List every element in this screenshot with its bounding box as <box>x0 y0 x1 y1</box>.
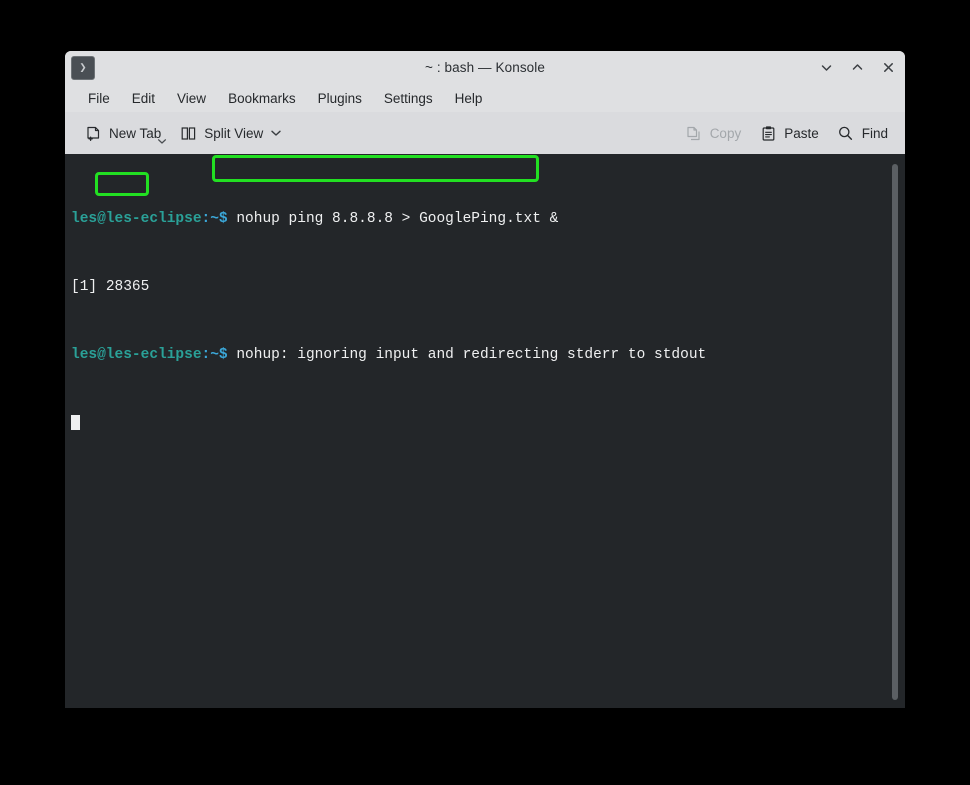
konsole-window: ❯ ~ : bash — Konsole File Edit View Book… <box>65 51 905 708</box>
menu-item-view[interactable]: View <box>166 88 217 109</box>
title-bar: ❯ ~ : bash — Konsole <box>65 51 905 84</box>
job-number: [1] <box>71 279 106 295</box>
toolbar-right-group: Copy Paste Find <box>678 119 895 147</box>
terminal-output-area[interactable]: les@les-eclipse:~$ nohup ping 8.8.8.8 > … <box>65 154 905 708</box>
new-tab-chevron-down-icon[interactable] <box>157 133 167 148</box>
menu-item-edit[interactable]: Edit <box>121 88 166 109</box>
terminal-line: les@les-eclipse:~$ nohup: ignoring input… <box>71 347 905 364</box>
paste-icon <box>759 124 777 142</box>
new-tab-button[interactable]: New Tab <box>77 119 168 147</box>
find-label: Find <box>861 125 888 141</box>
terminal-line <box>71 415 905 432</box>
terminal-scrollbar[interactable] <box>891 164 899 700</box>
menu-item-help[interactable]: Help <box>444 88 494 109</box>
copy-button[interactable]: Copy <box>678 119 749 147</box>
toolbar-left-group: New Tab Split View <box>77 119 289 147</box>
new-tab-icon <box>84 124 102 142</box>
paste-button[interactable]: Paste <box>752 119 826 147</box>
menu-item-file[interactable]: File <box>77 88 121 109</box>
window-controls <box>817 51 897 84</box>
terminal-scrollbar-thumb[interactable] <box>892 164 898 700</box>
maximize-icon[interactable] <box>848 59 866 77</box>
terminal-line: les@les-eclipse:~$ nohup ping 8.8.8.8 > … <box>71 211 905 228</box>
menu-bar: File Edit View Bookmarks Plugins Setting… <box>65 84 905 112</box>
search-icon <box>837 124 855 142</box>
minimize-icon[interactable] <box>817 59 835 77</box>
command-output: nohup: ignoring input and redirecting st… <box>227 347 707 363</box>
shell-prompt-path: :~$ <box>201 211 228 227</box>
copy-label: Copy <box>709 125 742 141</box>
terminal-line: [1] 28365 <box>71 279 905 296</box>
shell-prompt-user: les@les-eclipse <box>71 211 202 227</box>
shell-prompt-path: :~$ <box>201 347 228 363</box>
split-view-button[interactable]: Split View <box>172 119 289 147</box>
close-icon[interactable] <box>879 59 897 77</box>
copy-icon <box>685 124 703 142</box>
terminal-lines: les@les-eclipse:~$ nohup ping 8.8.8.8 > … <box>71 160 905 483</box>
window-title: ~ : bash — Konsole <box>425 60 545 75</box>
find-button[interactable]: Find <box>830 119 895 147</box>
toolbar: New Tab Split View Copy Paste Find <box>65 112 905 154</box>
shell-prompt-user: les@les-eclipse <box>71 347 202 363</box>
new-tab-label: New Tab <box>109 125 162 141</box>
split-view-chevron-down-icon[interactable] <box>270 129 282 137</box>
shell-command: nohup ping 8.8.8.8 > GooglePing.txt & <box>227 211 559 227</box>
menu-item-plugins[interactable]: Plugins <box>307 88 373 109</box>
split-view-label: Split View <box>204 125 264 141</box>
menu-item-settings[interactable]: Settings <box>373 88 444 109</box>
screen: ❯ ~ : bash — Konsole File Edit View Book… <box>0 0 970 785</box>
terminal-cursor <box>71 415 80 430</box>
split-view-icon <box>179 124 197 142</box>
paste-label: Paste <box>784 125 819 141</box>
menu-item-bookmarks[interactable]: Bookmarks <box>217 88 307 109</box>
process-id: 28365 <box>105 279 150 295</box>
